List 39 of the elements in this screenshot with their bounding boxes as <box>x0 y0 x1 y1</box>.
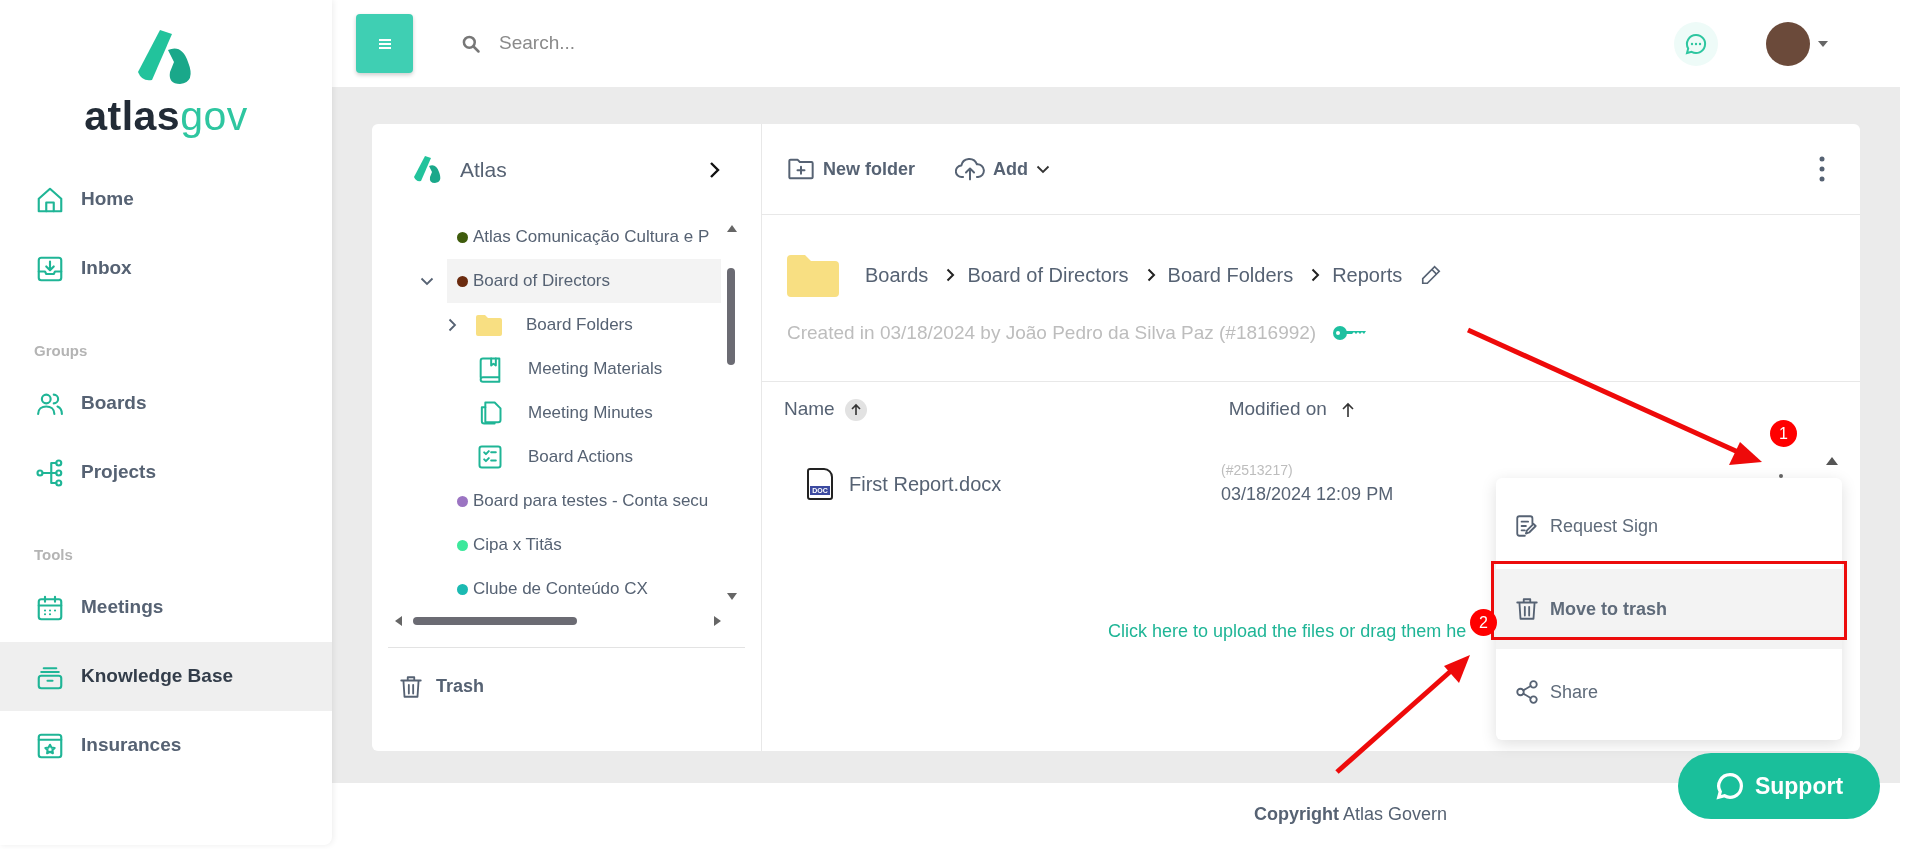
step-number: 2 <box>1470 609 1497 636</box>
column-header[interactable]: Modified on <box>1228 395 1327 424</box>
menu-item[interactable]: Move to trash <box>1496 569 1842 649</box>
tree-title: Atlas <box>460 156 508 183</box>
nav-item[interactable]: Inbox <box>0 234 332 303</box>
file-id: (#2513217) <box>1221 460 1294 480</box>
nav-item[interactable]: Knowledge Base <box>0 642 332 711</box>
breadcrumb-link[interactable]: Board of Directors <box>967 260 1129 290</box>
nav-item[interactable]: Home <box>0 165 332 234</box>
tree-item[interactable]: Board Actions <box>476 435 721 479</box>
created-info: Created in 03/18/2024 by João Pedro da Silva Paz (#1816992) <box>787 320 1317 345</box>
logo-wordmark: atlasgov <box>84 96 248 137</box>
nav-item[interactable]: Insurances <box>0 711 332 780</box>
nav-item[interactable]: Projects <box>0 438 332 507</box>
nav-item[interactable]: Meetings <box>0 573 332 642</box>
breadcrumb-link[interactable]: Board Folders <box>1167 260 1294 290</box>
tree-item[interactable]: Board of Directors <box>447 259 721 303</box>
tree-item[interactable]: Board Folders <box>476 303 721 347</box>
menu-item[interactable]: Request Sign <box>1496 486 1842 566</box>
new-folder-button[interactable]: New folder <box>787 155 915 183</box>
breadcrumb-link[interactable]: Boards <box>865 260 929 290</box>
modified-date: 03/18/2024 12:09 PM <box>1221 482 1394 506</box>
nav-section-heading: Tools <box>33 544 74 565</box>
tree-item[interactable]: Meeting Materials <box>476 347 721 391</box>
tree-item[interactable]: Cipa x Titãs <box>447 523 721 567</box>
trash-link[interactable]: Trash <box>388 647 745 725</box>
nav-section-heading: Groups <box>33 340 89 361</box>
step-number: 1 <box>1770 420 1797 447</box>
nav-item[interactable]: Boards <box>0 369 332 438</box>
menu-item[interactable]: Share <box>1496 652 1842 732</box>
copyright-text: Copyright Atlas Govern <box>1254 802 1448 826</box>
tree-item[interactable]: Atlas Comunicação Cultura e P <box>447 215 721 259</box>
file-name-link[interactable]: First Report.docx <box>849 468 1221 499</box>
column-header[interactable]: Name <box>784 395 835 424</box>
tree-item[interactable]: Meeting Minutes <box>476 391 721 435</box>
breadcrumb-link[interactable]: Reports <box>1332 260 1403 290</box>
tree-item[interactable]: Clube de Conteúdo CX <box>447 567 721 611</box>
tree-item[interactable]: Board para testes - Conta secu <box>447 479 721 523</box>
add-button[interactable]: Add <box>955 155 1050 183</box>
